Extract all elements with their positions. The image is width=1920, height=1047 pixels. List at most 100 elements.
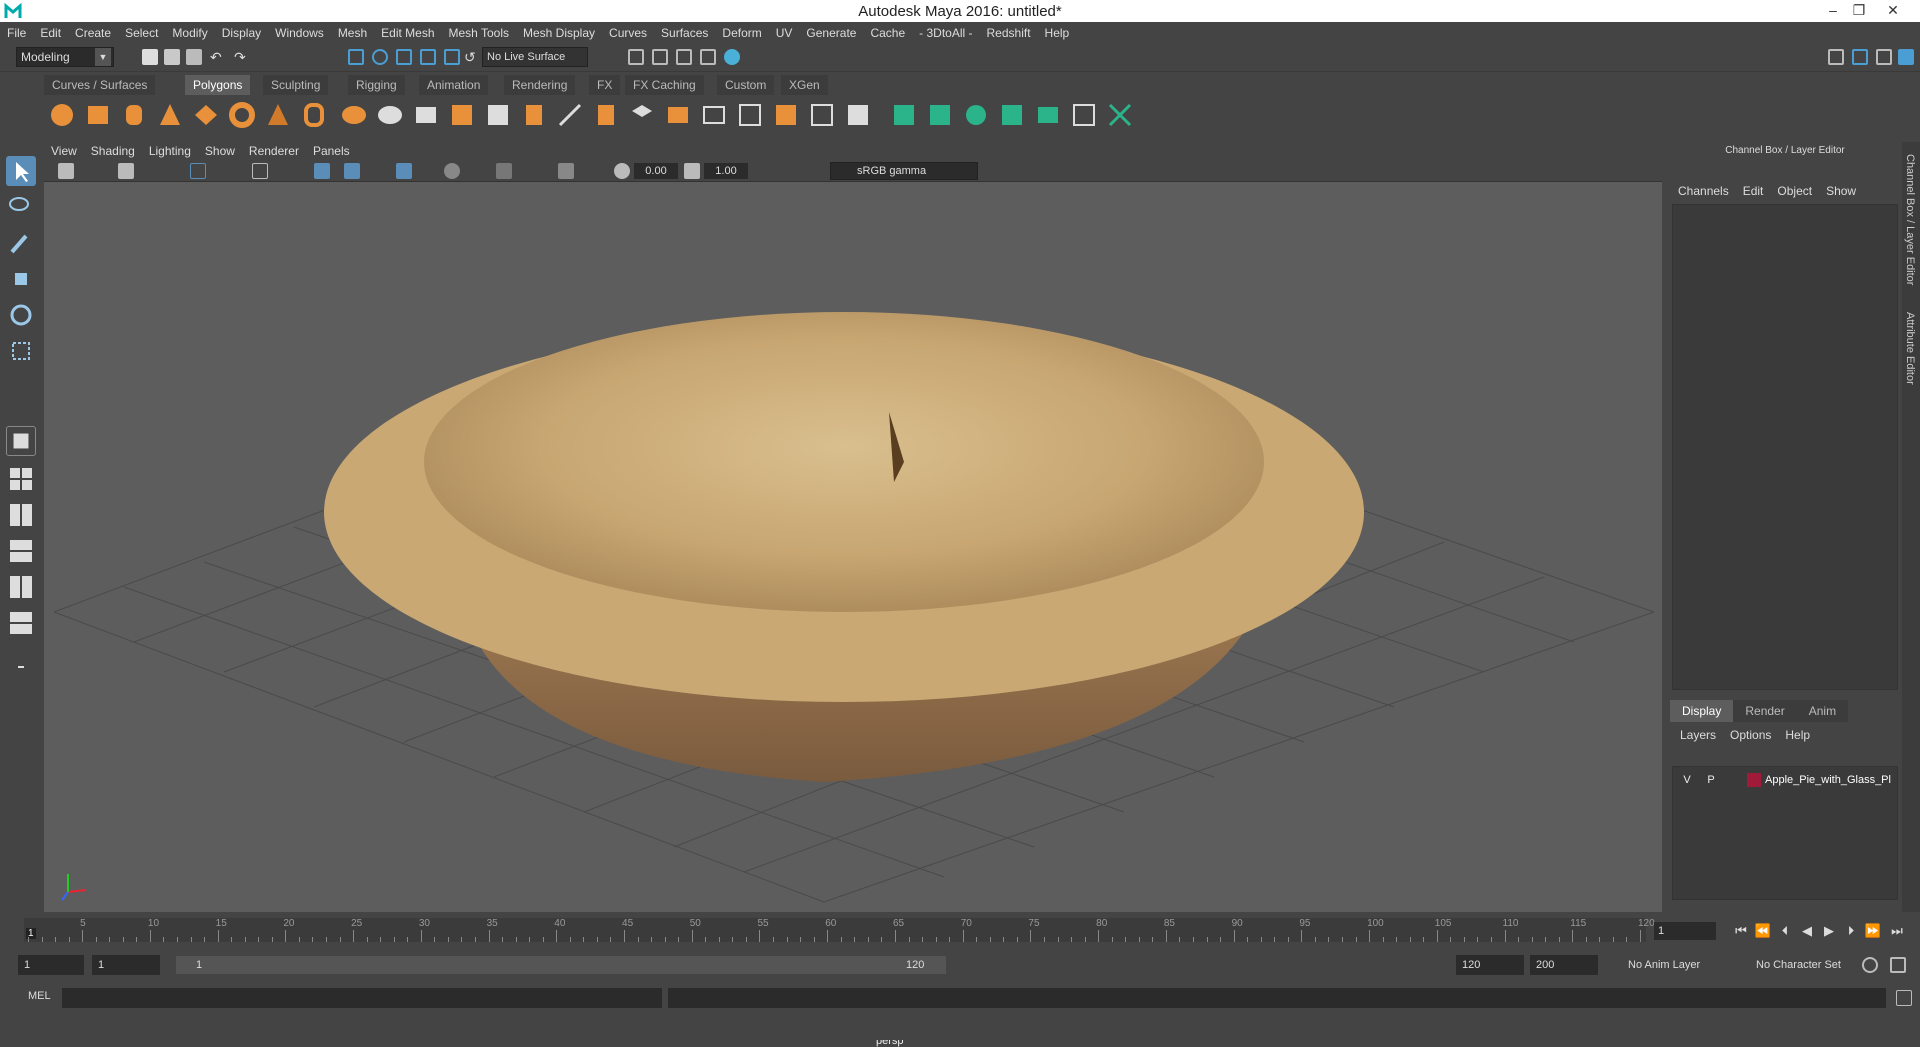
layer-visibility-toggle[interactable]: V bbox=[1677, 771, 1697, 789]
uv-spherical-icon[interactable] bbox=[962, 101, 990, 129]
snap-curve-icon[interactable] bbox=[372, 49, 388, 65]
restore-icon[interactable]: ❐ bbox=[1846, 0, 1872, 20]
shelf-tab-rendering[interactable]: Rendering bbox=[504, 75, 576, 95]
play-forward-icon[interactable]: ▶ bbox=[1820, 923, 1838, 939]
layer-tab-render[interactable]: Render bbox=[1733, 700, 1797, 722]
lasso-tool-icon[interactable] bbox=[6, 192, 36, 222]
menu-deform[interactable]: Deform bbox=[715, 22, 768, 44]
poly-pipe-icon[interactable] bbox=[300, 101, 328, 129]
resolution-gate-icon[interactable] bbox=[252, 163, 268, 179]
paint-select-icon[interactable] bbox=[6, 228, 36, 258]
gamma-icon[interactable] bbox=[684, 163, 700, 179]
grid-toggle-icon[interactable] bbox=[190, 163, 206, 179]
layer-playback-toggle[interactable]: P bbox=[1701, 771, 1721, 789]
ipr-render-icon[interactable] bbox=[652, 49, 668, 65]
go-to-start-icon[interactable]: ⏮ bbox=[1732, 923, 1750, 939]
script-editor-icon[interactable] bbox=[1896, 990, 1912, 1006]
single-view-layout-icon[interactable] bbox=[6, 426, 36, 456]
smooth-icon[interactable] bbox=[412, 101, 440, 129]
animation-prefs-icon[interactable] bbox=[1890, 957, 1906, 973]
textured-icon[interactable] bbox=[396, 163, 412, 179]
layer-menu-layers[interactable]: Layers bbox=[1680, 728, 1730, 742]
menu-generate[interactable]: Generate bbox=[799, 22, 863, 44]
menu-edit-mesh[interactable]: Edit Mesh bbox=[374, 22, 441, 44]
viewport-menu-panels[interactable]: Panels bbox=[306, 142, 357, 160]
render-frame-icon[interactable] bbox=[628, 49, 644, 65]
attribute-editor-toggle-icon[interactable] bbox=[1852, 49, 1868, 65]
move-tool-icon[interactable] bbox=[6, 264, 36, 294]
channel-box-toggle-icon[interactable] bbox=[1898, 49, 1914, 65]
shelf-tab-custom[interactable]: Custom bbox=[717, 75, 775, 95]
current-frame-field[interactable]: 1 bbox=[1654, 922, 1716, 940]
menu-mesh-display[interactable]: Mesh Display bbox=[516, 22, 602, 44]
playback-end-field[interactable]: 120 bbox=[1456, 955, 1524, 975]
uv-planar-icon[interactable] bbox=[890, 101, 918, 129]
script-language-label[interactable]: MEL bbox=[28, 990, 51, 1002]
menu-curves[interactable]: Curves bbox=[602, 22, 654, 44]
layer-tab-anim[interactable]: Anim bbox=[1796, 700, 1849, 722]
menu-create[interactable]: Create bbox=[68, 22, 118, 44]
workspace-icon[interactable] bbox=[1828, 49, 1844, 65]
menu-display[interactable]: Display bbox=[215, 22, 268, 44]
append-icon[interactable] bbox=[664, 101, 692, 129]
menu-edit[interactable]: Edit bbox=[33, 22, 68, 44]
shelf-tab-curves-surfaces[interactable]: Curves / Surfaces bbox=[44, 75, 156, 95]
exposure-icon[interactable] bbox=[614, 163, 630, 179]
scale-tool-icon[interactable] bbox=[6, 336, 36, 366]
live-surface-field[interactable]: No Live Surface bbox=[482, 47, 588, 67]
menu-modify[interactable]: Modify bbox=[165, 22, 214, 44]
viewport-persp[interactable]: persp bbox=[44, 142, 1662, 1047]
poly-torus-icon[interactable] bbox=[228, 101, 256, 129]
hypershade-layout-icon[interactable] bbox=[6, 608, 36, 638]
exposure-field[interactable]: 0.00 bbox=[634, 163, 678, 179]
anim-layer-select[interactable]: No Anim Layer bbox=[1622, 955, 1700, 975]
bookmark-icon[interactable] bbox=[118, 163, 134, 179]
new-scene-icon[interactable] bbox=[142, 49, 158, 65]
open-scene-icon[interactable] bbox=[164, 49, 180, 65]
shelf-tab-sculpting[interactable]: Sculpting bbox=[263, 75, 329, 95]
step-back-frame-icon[interactable]: ⏴ bbox=[1776, 923, 1794, 939]
mirror-icon[interactable] bbox=[484, 101, 512, 129]
shelf-tab-animation[interactable]: Animation bbox=[419, 75, 489, 95]
poly-cone-icon[interactable] bbox=[156, 101, 184, 129]
two-view-layout-icon[interactable] bbox=[6, 500, 36, 530]
mode-select[interactable]: Modeling ▼ bbox=[16, 47, 114, 67]
layer-menu-options[interactable]: Options bbox=[1730, 728, 1785, 742]
range-slider-bar[interactable]: 1 120 bbox=[176, 956, 946, 974]
uv-cylindrical-icon[interactable] bbox=[926, 101, 954, 129]
snap-view-icon[interactable] bbox=[420, 49, 436, 65]
animation-end-field[interactable]: 200 bbox=[1530, 955, 1598, 975]
layer-tab-display[interactable]: Display bbox=[1670, 700, 1734, 722]
layer-menu-help[interactable]: Help bbox=[1785, 728, 1824, 742]
viewport-scene[interactable] bbox=[44, 142, 1662, 912]
combine-icon[interactable] bbox=[340, 101, 368, 129]
menu-surfaces[interactable]: Surfaces bbox=[654, 22, 715, 44]
graph-layout-icon[interactable] bbox=[6, 572, 36, 602]
viewport-menu-shading[interactable]: Shading bbox=[84, 142, 142, 160]
bevel-icon[interactable] bbox=[628, 101, 656, 129]
step-forward-frame-icon[interactable]: ⏵ bbox=[1842, 923, 1860, 939]
tool-settings-toggle-icon[interactable] bbox=[1876, 49, 1892, 65]
poly-cylinder-icon[interactable] bbox=[120, 101, 148, 129]
menu-cache[interactable]: Cache bbox=[863, 22, 912, 44]
step-back-key-icon[interactable]: ⏪ bbox=[1754, 923, 1772, 939]
snap-point-icon[interactable] bbox=[396, 49, 412, 65]
auto-key-icon[interactable] bbox=[1862, 957, 1878, 973]
layer-color-swatch[interactable] bbox=[1747, 773, 1761, 787]
hypershade-icon[interactable] bbox=[700, 49, 716, 65]
close-icon[interactable]: ✕ bbox=[1880, 0, 1906, 20]
uv-camera-icon[interactable] bbox=[1034, 101, 1062, 129]
render-view-icon[interactable] bbox=[724, 49, 740, 65]
poly-plane-icon[interactable] bbox=[192, 101, 220, 129]
uv-cut-icon[interactable] bbox=[1106, 101, 1134, 129]
menu-3dtoall[interactable]: - 3DtoAll - bbox=[912, 22, 979, 44]
channel-menu-show[interactable]: Show bbox=[1826, 184, 1870, 198]
side-tab-attribute-editor[interactable]: Attribute Editor bbox=[1904, 312, 1916, 385]
uv-editor-icon[interactable] bbox=[1070, 101, 1098, 129]
viewport-menu-view[interactable]: View bbox=[44, 142, 84, 160]
color-space-select[interactable]: sRGB gamma bbox=[830, 162, 978, 180]
menu-redshift[interactable]: Redshift bbox=[980, 22, 1038, 44]
shelf-tab-fx[interactable]: FX bbox=[589, 75, 621, 95]
character-set-select[interactable]: No Character Set bbox=[1750, 955, 1841, 975]
smooth-shade-icon[interactable] bbox=[344, 163, 360, 179]
